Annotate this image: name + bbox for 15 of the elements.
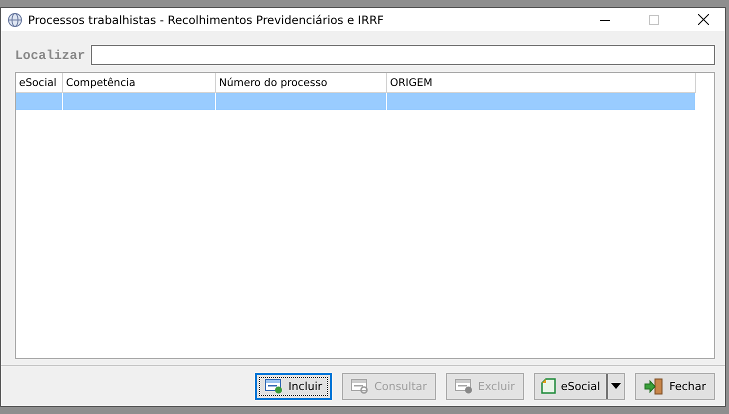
- door-exit-icon: [644, 378, 664, 394]
- esocial-split-button[interactable]: eSocial: [534, 372, 626, 400]
- globe-icon: [7, 12, 23, 28]
- search-field[interactable]: [91, 45, 715, 65]
- document-icon: [540, 378, 556, 394]
- caret-icon: [611, 383, 622, 389]
- close-icon: [698, 14, 708, 25]
- window-title: Processos trabalhistas - Recolhimentos Previdenciários e IRRF: [28, 12, 385, 26]
- include-button[interactable]: Incluir: [255, 372, 332, 400]
- search-label: Localizar: [15, 48, 86, 62]
- maximize-icon: [649, 14, 659, 24]
- close-button[interactable]: Fechar: [635, 372, 715, 400]
- form-add-icon: [265, 378, 284, 394]
- form-search-icon: [351, 378, 370, 394]
- form-remove-icon: [454, 378, 473, 394]
